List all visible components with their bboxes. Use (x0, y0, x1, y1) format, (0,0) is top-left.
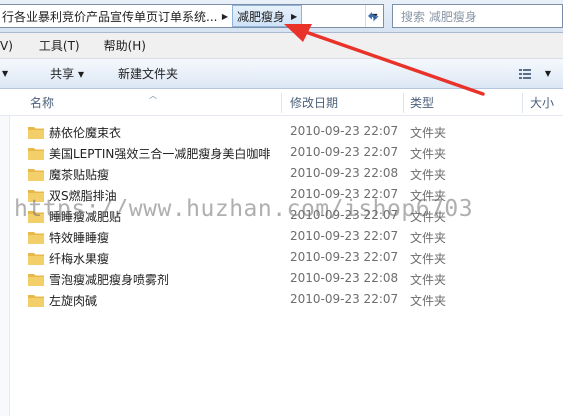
file-date: 2010-09-23 22:07 (290, 292, 399, 306)
menu-item-view[interactable]: V) (0, 36, 20, 56)
refresh-icon (368, 12, 379, 22)
navigation-pane-edge[interactable] (0, 116, 10, 416)
view-options-icon[interactable] (519, 68, 531, 80)
folder-icon (28, 253, 44, 265)
file-date: 2010-09-23 22:07 (290, 124, 399, 138)
file-name: 美国LEPTIN强效三合一减肥瘦身美白咖啡 (49, 147, 271, 161)
file-row[interactable]: 左旋肉碱 2010-09-23 22:07 文件夹 (28, 290, 558, 310)
column-name[interactable]: 名称 (30, 89, 54, 116)
file-row[interactable]: 魔茶贴贴瘦 2010-09-23 22:08 文件夹 (28, 164, 558, 184)
new-folder-button[interactable]: 新建文件夹 (112, 63, 184, 85)
column-divider[interactable] (403, 93, 404, 113)
breadcrumb-expand-icon: ▶ (291, 11, 298, 21)
file-date: 2010-09-23 22:07 (290, 145, 399, 159)
file-row[interactable]: 纤梅水果瘦 2010-09-23 22:07 文件夹 (28, 248, 558, 268)
menu-bar: V) 工具(T) 帮助(H) (0, 33, 563, 59)
folder-icon (28, 148, 44, 160)
folder-icon (28, 232, 44, 244)
column-divider[interactable] (281, 93, 282, 113)
address-bar-row: 行各业暴利竞价产品宣传单页订单系统... ▶ 减肥瘦身 ▶ ▼ 搜索 减肥瘦身 (0, 0, 563, 33)
file-name: 特效睡睡瘦 (49, 231, 110, 245)
breadcrumb-root[interactable]: 行各业暴利竞价产品宣传单页订单系统... (0, 5, 218, 27)
column-date[interactable]: 修改日期 (290, 89, 338, 116)
file-name: 赫依伦魔束衣 (49, 126, 122, 140)
column-header: ︿ 名称 修改日期 类型 大小 (0, 89, 563, 116)
file-date: 2010-09-23 22:07 (290, 250, 399, 264)
address-bar[interactable]: 行各业暴利竞价产品宣传单页订单系统... ▶ 减肥瘦身 ▶ ▼ (0, 4, 384, 28)
command-bar: ▼ 共享 ▾ 新建文件夹 ▼ (0, 59, 563, 89)
file-name: 纤梅水果瘦 (49, 252, 110, 266)
file-type: 文件夹 (410, 231, 447, 245)
command-bar-overflow-icon[interactable]: ▼ (0, 63, 14, 85)
view-options-dropdown-icon[interactable]: ▼ (545, 69, 551, 78)
file-type: 文件夹 (410, 147, 447, 161)
file-name: 魔茶贴贴瘦 (49, 168, 110, 182)
search-placeholder: 搜索 减肥瘦身 (401, 9, 477, 24)
file-type: 文件夹 (410, 168, 447, 182)
watermark: https://www.huzhan.com/ishop6703 (14, 196, 474, 222)
file-type: 文件夹 (410, 294, 447, 308)
refresh-button[interactable] (361, 5, 385, 27)
folder-icon (28, 169, 44, 181)
column-divider[interactable] (522, 93, 523, 113)
search-input[interactable]: 搜索 减肥瘦身 (392, 4, 563, 28)
file-date: 2010-09-23 22:08 (290, 166, 399, 180)
file-row[interactable]: 美国LEPTIN强效三合一减肥瘦身美白咖啡 2010-09-23 22:07 文… (28, 143, 558, 163)
folder-icon (28, 295, 44, 307)
column-size[interactable]: 大小 (530, 89, 554, 116)
file-type: 文件夹 (410, 273, 447, 287)
file-type: 文件夹 (410, 126, 447, 140)
file-row[interactable]: 赫依伦魔束衣 2010-09-23 22:07 文件夹 (28, 122, 558, 142)
file-row[interactable]: 雪泡瘦减肥瘦身喷雾剂 2010-09-23 22:08 文件夹 (28, 269, 558, 289)
breadcrumb-separator-icon[interactable]: ▶ (218, 5, 232, 27)
file-type: 文件夹 (410, 252, 447, 266)
breadcrumb-current[interactable]: 减肥瘦身 ▶ (232, 5, 303, 27)
sort-ascending-icon: ︿ (149, 91, 157, 100)
file-name: 雪泡瘦减肥瘦身喷雾剂 (49, 273, 170, 287)
share-button[interactable]: 共享 ▾ (44, 63, 90, 85)
folder-icon (28, 274, 44, 286)
file-row[interactable]: 特效睡睡瘦 2010-09-23 22:07 文件夹 (28, 227, 558, 247)
folder-icon (28, 127, 44, 139)
column-type[interactable]: 类型 (410, 89, 434, 116)
menu-item-tools[interactable]: 工具(T) (32, 36, 87, 56)
menu-item-help[interactable]: 帮助(H) (97, 36, 153, 56)
file-date: 2010-09-23 22:08 (290, 271, 399, 285)
file-name: 左旋肉碱 (49, 294, 98, 308)
breadcrumb-current-label: 减肥瘦身 (237, 9, 286, 24)
file-date: 2010-09-23 22:07 (290, 229, 399, 243)
